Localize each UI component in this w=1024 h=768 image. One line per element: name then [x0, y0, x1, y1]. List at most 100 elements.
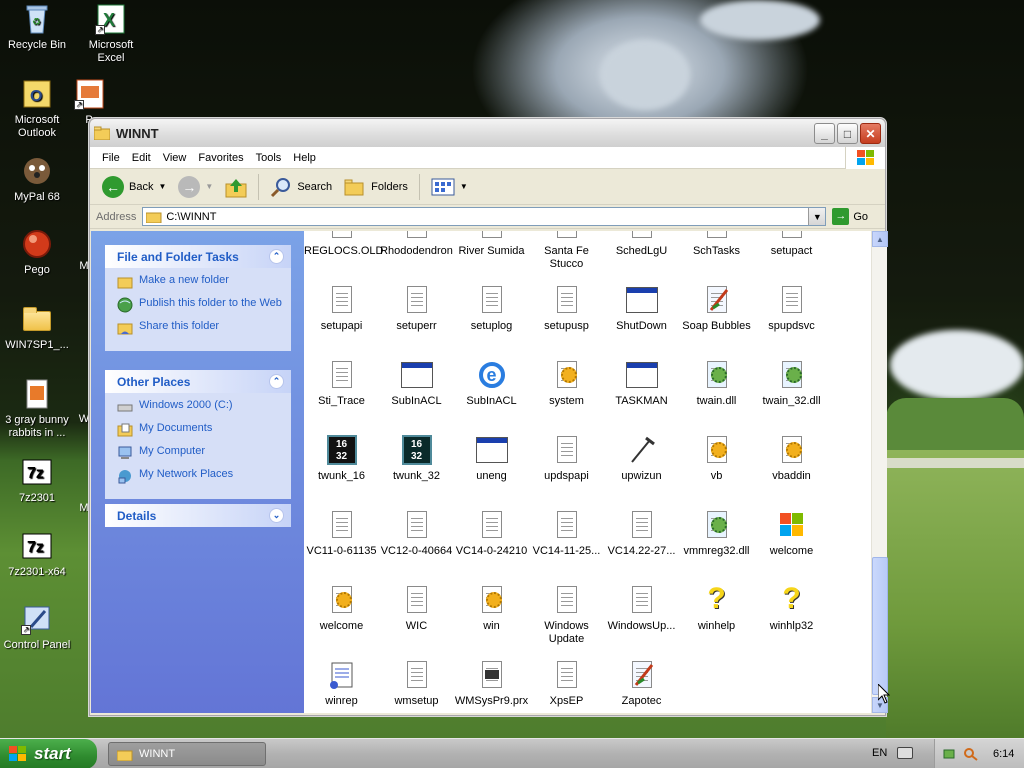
start-button[interactable]: start	[0, 739, 97, 768]
file-item[interactable]: ShutDown	[604, 284, 679, 333]
file-item[interactable]: VC14.22-27...	[604, 509, 679, 558]
file-item[interactable]: XpsEP	[529, 659, 604, 708]
forward-button[interactable]: → ▼	[174, 174, 217, 200]
file-item[interactable]: SchTasks	[679, 231, 754, 258]
desktop-icon-7z2301-x64[interactable]: 7z 7z2301-x64	[0, 530, 74, 579]
maximize-button[interactable]: □	[837, 123, 858, 144]
title-bar[interactable]: WINNT _ □ ✕	[90, 119, 885, 147]
file-item[interactable]: TASKMAN	[604, 359, 679, 408]
search-button[interactable]: Search	[266, 174, 336, 200]
file-item[interactable]: VC14-11-25...	[529, 509, 604, 558]
network-tray-icon[interactable]	[943, 747, 957, 761]
back-button[interactable]: ← Back ▼	[98, 174, 170, 200]
file-item[interactable]: River Sumida	[454, 231, 529, 258]
desktop-icon-pego[interactable]: Pego	[0, 228, 74, 277]
collapse-chevron-icon[interactable]: ⌃	[269, 249, 284, 264]
taskbar-button-winnt[interactable]: WINNT	[108, 742, 266, 766]
keyboard-icon[interactable]	[897, 747, 913, 759]
panel-header[interactable]: File and Folder Tasks ⌃	[105, 245, 291, 268]
desktop-icon-excel[interactable]: X ↗ Microsoft Excel	[74, 3, 148, 65]
close-button[interactable]: ✕	[860, 123, 881, 144]
menu-view[interactable]: View	[157, 152, 193, 164]
vertical-scrollbar[interactable]: ▲ ▼	[871, 231, 888, 713]
file-item[interactable]: WMSysPr9.prx	[454, 659, 529, 708]
desktop-icon-rabbits[interactable]: 3 gray bunny rabbits in ...	[0, 378, 74, 440]
file-item[interactable]: welcome	[754, 509, 829, 558]
desktop-icon-mypal[interactable]: MyPal 68	[0, 155, 74, 204]
file-item[interactable]: 16 32 twunk_32	[379, 434, 454, 483]
file-item[interactable]: SchedLgU	[604, 231, 679, 258]
file-item[interactable]: Rhododendron	[379, 231, 454, 258]
file-item[interactable]: WindowsUp...	[604, 584, 679, 633]
file-item[interactable]: e SubInACL	[454, 359, 529, 408]
place-my-network-places[interactable]: My Network Places	[117, 468, 283, 484]
up-button[interactable]	[221, 174, 251, 200]
clock[interactable]: 6:14	[993, 748, 1014, 760]
place-my-documents[interactable]: My Documents	[117, 422, 283, 438]
file-item[interactable]: VC12-0-40664	[379, 509, 454, 558]
file-item[interactable]: system	[529, 359, 604, 408]
file-item[interactable]: updspapi	[529, 434, 604, 483]
file-item[interactable]: winrep	[304, 659, 379, 708]
menu-file[interactable]: File	[96, 152, 126, 164]
file-list-view[interactable]: REGLOCS.OLD Rhododendron River Sumida Santa…	[304, 231, 871, 713]
menu-edit[interactable]: Edit	[126, 152, 157, 164]
language-indicator[interactable]: EN	[872, 747, 887, 759]
address-input[interactable]: C:\WINNT ▼	[142, 207, 827, 226]
file-item[interactable]: Santa Fe Stucco	[529, 231, 604, 271]
file-item[interactable]: spupdsvc	[754, 284, 829, 333]
menu-favorites[interactable]: Favorites	[192, 152, 249, 164]
explorer-window[interactable]: WINNT _ □ ✕ File Edit View Favorites Too…	[89, 118, 888, 716]
file-item[interactable]: vb	[679, 434, 754, 483]
place-my-computer[interactable]: My Computer	[117, 445, 283, 461]
panel-header[interactable]: Details ⌄	[105, 504, 291, 527]
desktop-icon-recycle-bin[interactable]: ♻ Recycle Bin	[0, 3, 74, 52]
file-item[interactable]: 16 32 twunk_16	[304, 434, 379, 483]
file-item[interactable]: vmmreg32.dll	[679, 509, 754, 558]
file-item[interactable]: twain_32.dll	[754, 359, 829, 408]
panel-header[interactable]: Other Places ⌃	[105, 370, 291, 393]
file-item[interactable]: ? winhlp32	[754, 584, 829, 633]
go-button[interactable]: → Go	[832, 208, 868, 225]
file-item[interactable]: ? winhelp	[679, 584, 754, 633]
desktop-icon-control-panel[interactable]: ↗ Control Panel	[0, 603, 74, 652]
menu-help[interactable]: Help	[287, 152, 322, 164]
file-item[interactable]: uneng	[454, 434, 529, 483]
file-item[interactable]: Soap Bubbles	[679, 284, 754, 333]
file-item[interactable]: Zapotec	[604, 659, 679, 708]
file-item[interactable]: welcome	[304, 584, 379, 633]
share-folder-link[interactable]: Share this folder	[117, 320, 283, 336]
desktop-icon-win7sp1[interactable]: WIN7SP1_...	[0, 303, 74, 352]
file-item[interactable]: SubInACL	[379, 359, 454, 408]
publish-web-link[interactable]: Publish this folder to the Web	[117, 297, 283, 313]
folders-button[interactable]: Folders	[340, 175, 412, 199]
place-windows-2000-c[interactable]: Windows 2000 (C:)	[117, 399, 283, 415]
file-item[interactable]: wmsetup	[379, 659, 454, 708]
expand-chevron-icon[interactable]: ⌄	[269, 508, 284, 523]
file-item[interactable]: WIC	[379, 584, 454, 633]
address-dropdown-button[interactable]: ▼	[808, 208, 826, 225]
file-item[interactable]: setupact	[754, 231, 829, 258]
file-item[interactable]: win	[454, 584, 529, 633]
file-item[interactable]: setupusp	[529, 284, 604, 333]
collapse-chevron-icon[interactable]: ⌃	[269, 374, 284, 389]
views-button[interactable]: ▼	[427, 175, 472, 199]
scroll-thumb[interactable]	[872, 557, 888, 695]
file-item[interactable]: upwizun	[604, 434, 679, 483]
file-item[interactable]: REGLOCS.OLD	[304, 231, 383, 258]
file-item[interactable]: setupapi	[304, 284, 379, 333]
menu-tools[interactable]: Tools	[250, 152, 288, 164]
file-item[interactable]: VC11-0-61135	[304, 509, 379, 558]
scroll-up-button[interactable]: ▲	[872, 231, 888, 247]
file-item[interactable]: vbaddin	[754, 434, 829, 483]
file-item[interactable]: Sti_Trace	[304, 359, 379, 408]
file-item[interactable]: twain.dll	[679, 359, 754, 408]
file-item[interactable]: setuplog	[454, 284, 529, 333]
search-tray-icon[interactable]	[963, 747, 979, 761]
make-new-folder-link[interactable]: Make a new folder	[117, 274, 283, 290]
file-item[interactable]: setuperr	[379, 284, 454, 333]
desktop-icon-outlook[interactable]: O Microsoft Outlook	[0, 78, 74, 140]
file-item[interactable]: VC14-0-24210	[454, 509, 529, 558]
desktop-icon-7z2301[interactable]: 7z 7z2301	[0, 456, 74, 505]
file-item[interactable]: Windows Update	[529, 584, 604, 646]
